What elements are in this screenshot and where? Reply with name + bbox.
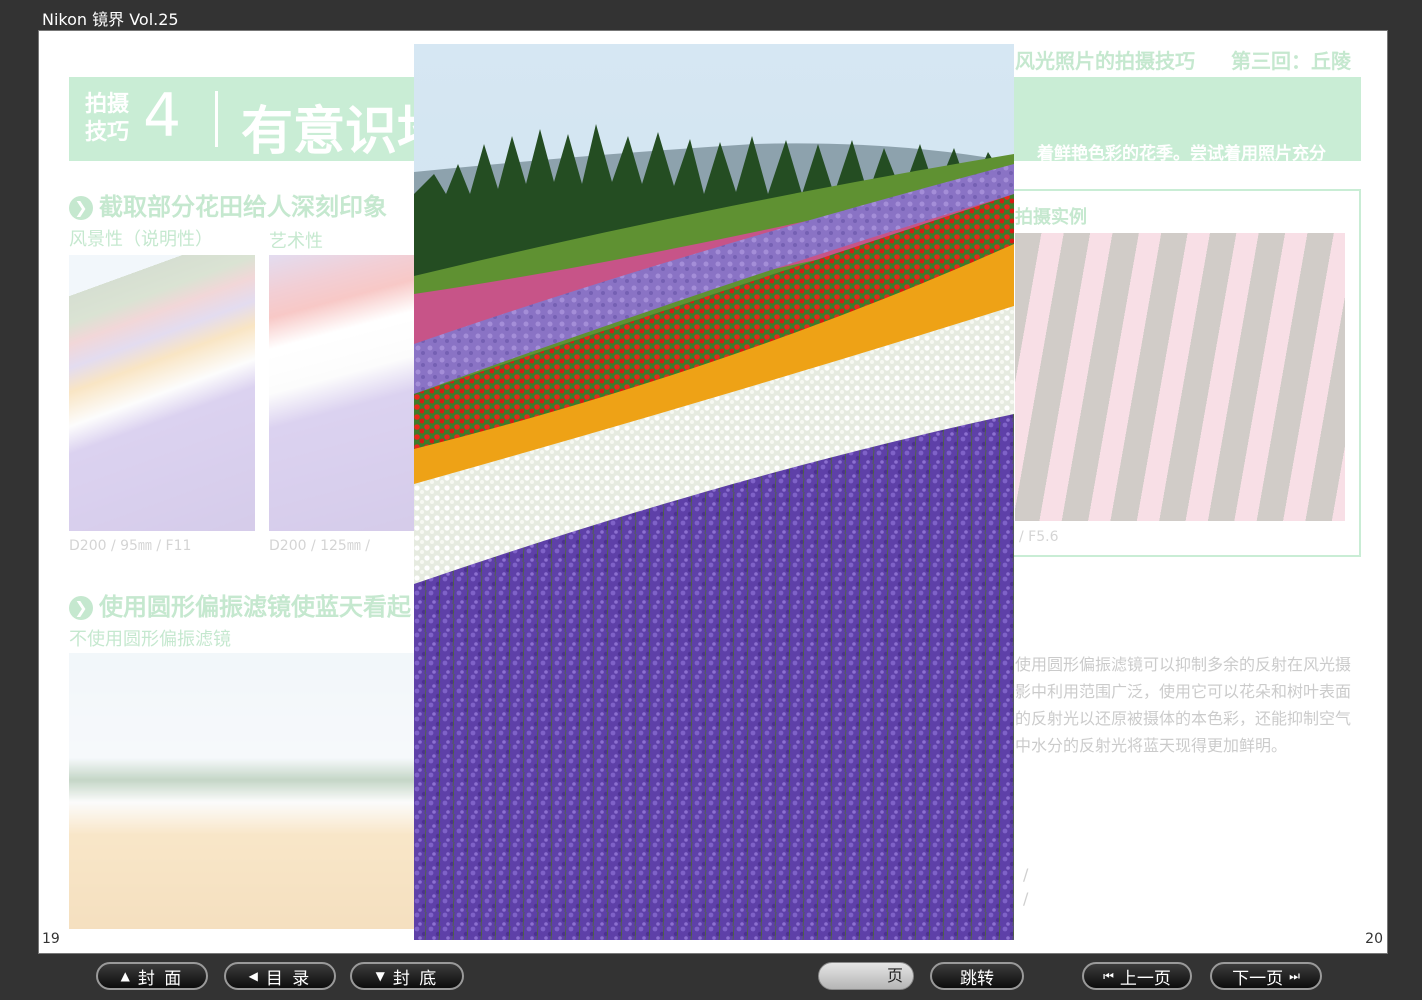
triangle-down-icon: ▼ — [375, 969, 387, 983]
label-scenic: 风景性（说明性） — [69, 229, 213, 250]
next-page-button[interactable]: 下一页 ⏭ — [1210, 962, 1322, 990]
series-episode: 第三回：丘陵 — [1231, 49, 1351, 73]
next-page-label: 下一页 — [1232, 968, 1284, 989]
skip-back-icon: ⏮ — [1103, 968, 1114, 983]
label-no-filter: 不使用圆形偏振滤镜 — [69, 629, 231, 650]
caption-example: / F5.6 — [1019, 529, 1059, 545]
section-heading-1-text: 截取部分花田给人深刻印象 — [99, 193, 387, 221]
thumbnail-no-filter — [69, 653, 419, 929]
triangle-up-icon: ▲ — [120, 969, 132, 983]
flower-field-photo[interactable] — [414, 44, 1014, 940]
label-artistic: 艺术性 — [269, 231, 323, 252]
prev-page-button[interactable]: ⏮ 上一页 — [1082, 962, 1192, 990]
chevron-right-icon: ❯ — [69, 596, 93, 620]
example-label: 拍摄实例 — [1015, 207, 1087, 228]
section-heading-2: ❯ 使用圆形偏振滤镜使蓝天看起 — [69, 587, 411, 622]
cover-button-label: 封 面 — [137, 968, 184, 989]
series-title: 风光照片的拍摄技巧 — [1015, 49, 1195, 73]
skip-forward-icon: ⏭ — [1289, 968, 1300, 983]
triangle-left-icon: ◀ — [248, 969, 260, 983]
flower-field-image — [414, 44, 1014, 940]
page-suffix-label: 页 — [886, 966, 903, 985]
banner-divider — [215, 91, 218, 147]
banner-number: 4 — [143, 81, 182, 151]
section-heading-2-text: 使用圆形偏振滤镜使蓝天看起 — [99, 593, 411, 621]
caption-fragment-1: / — [1023, 865, 1029, 884]
jump-button-label: 跳转 — [960, 968, 994, 989]
banner-description: 着鲜艳色彩的花季。尝试着用照片充分 — [1037, 144, 1326, 164]
back-cover-button[interactable]: ▼ 封 底 — [350, 962, 464, 990]
page-number-left: 19 — [42, 931, 60, 947]
thumbnail-artistic — [269, 255, 419, 531]
caption-artistic: D200 / 125㎜ / — [269, 538, 371, 554]
caption-fragment-2: / — [1023, 889, 1029, 908]
back-cover-button-label: 封 底 — [392, 968, 439, 989]
section-heading-1: ❯ 截取部分花田给人深刻印象 — [69, 187, 387, 222]
banner-small-label: 拍摄技巧 — [85, 92, 130, 145]
toc-button-label: 目 录 — [265, 968, 312, 989]
app-title: Nikon 镜界 Vol.25 — [42, 10, 179, 29]
page-number-input[interactable]: 页 — [818, 962, 914, 990]
jump-button[interactable]: 跳转 — [930, 962, 1024, 990]
thumbnail-example — [1015, 233, 1345, 521]
chevron-right-icon: ❯ — [69, 196, 93, 220]
caption-scenic: D200 / 95㎜ / F11 — [69, 538, 192, 554]
filter-paragraph: 使用圆形偏振滤镜可以抑制多余的反射在风光摄影中利用范围广泛，使用它可以花朵和树叶… — [1015, 655, 1352, 755]
prev-page-label: 上一页 — [1119, 968, 1171, 989]
thumbnail-scenic — [69, 255, 255, 531]
toc-button[interactable]: ◀ 目 录 — [224, 962, 336, 990]
cover-button[interactable]: ▲ 封 面 — [96, 962, 208, 990]
page-number-right: 20 — [1365, 931, 1383, 947]
